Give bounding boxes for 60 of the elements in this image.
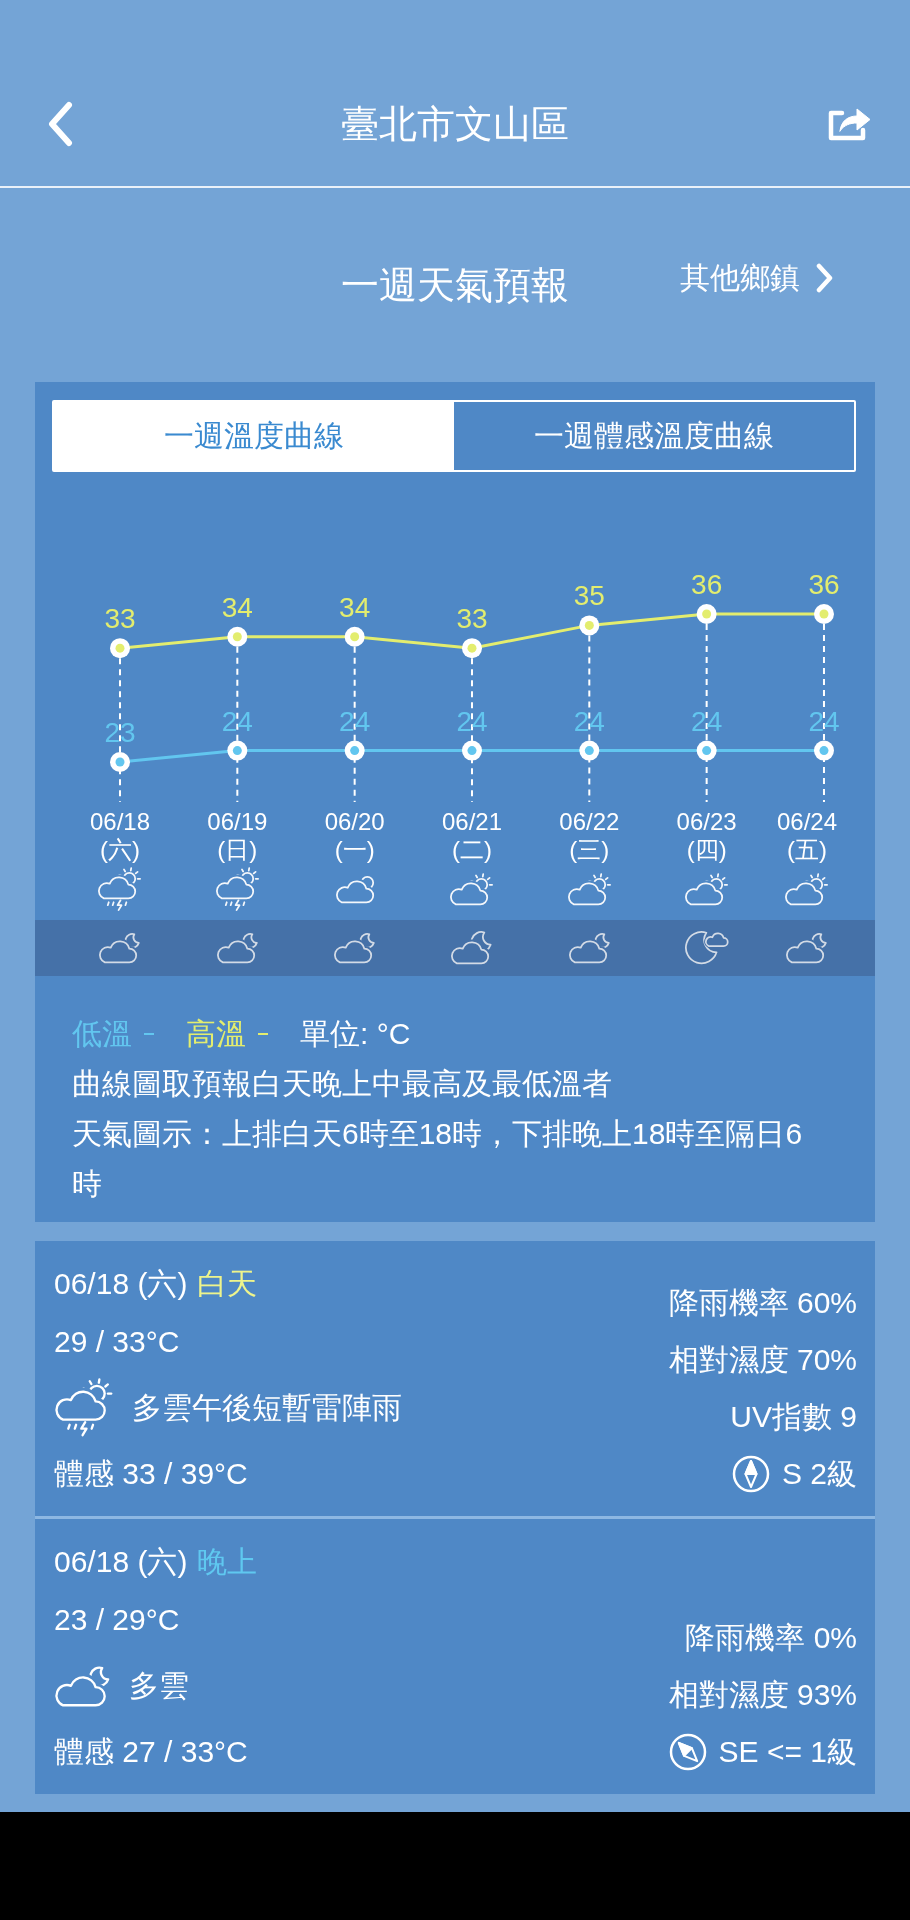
temperature-label: 33 [456, 603, 488, 635]
wind-text: SE <= 1級 [718, 1733, 857, 1770]
legend-label: 低溫 [72, 1016, 132, 1052]
period-label: 晚上 [197, 1543, 258, 1580]
note-text: 天氣圖示：上排白天6時至18時，下排晚上18時至隔日6時 [72, 1116, 804, 1202]
date-label: 06/21 [441, 808, 502, 836]
share-icon [828, 106, 872, 142]
temperature-range: 23 / 29°C [54, 1603, 180, 1637]
weather-description: 多雲午後短暫雷陣雨 [131, 1389, 402, 1426]
weekday-label: (四) [686, 836, 727, 864]
temperature-label: 24 [456, 705, 488, 737]
date-label: 06/18 (六) [54, 1543, 188, 1580]
unit-label: 單位: °C [300, 1016, 411, 1052]
weekday-label: (六) [100, 836, 140, 864]
temperature-label: 24 [691, 705, 723, 737]
period-label: 白天 [197, 1265, 258, 1302]
date-label: 06/18 (六) [54, 1265, 188, 1302]
date-label: 06/23 [676, 808, 737, 836]
date-label: 06/20 [324, 808, 385, 836]
back-button[interactable] [48, 101, 73, 147]
temperature-label: 36 [691, 569, 723, 600]
chevron-right-icon [816, 263, 833, 293]
date-label: 06/19 [207, 808, 268, 836]
back-icon [48, 101, 73, 147]
note-text: 曲線圖取預報白天晚上中最高及最低溫者 [72, 1066, 613, 1102]
feels-like-temperature: 體感 27 / 33°C [54, 1733, 248, 1770]
weather-stat: 降雨機率 0% [685, 1619, 857, 1656]
weekday-label: (五) [786, 836, 827, 864]
weekday-label: (日) [217, 836, 258, 864]
page-title: 臺北市文山區 [341, 102, 569, 147]
temperature-label: 34 [221, 591, 253, 623]
weather-stat: UV指數 9 [730, 1398, 857, 1435]
temperature-label: 36 [808, 569, 840, 600]
legend-label: 高溫 [186, 1016, 246, 1052]
temperature-label: 33 [104, 603, 136, 635]
temperature-label: 24 [573, 705, 605, 737]
feels-like-temperature: 體感 33 / 39°C [54, 1455, 248, 1492]
wind-text: S 2級 [781, 1455, 857, 1492]
weather-description: 多雲 [129, 1667, 190, 1704]
temperature-label: 35 [573, 580, 605, 612]
date-label: 06/18 [89, 808, 151, 836]
date-label: 06/22 [559, 808, 620, 836]
temperature-label: 24 [339, 705, 371, 737]
tab[interactable]: 一週體感溫度曲線 [454, 402, 854, 470]
temperature-label: 24 [221, 705, 253, 737]
other-towns-link[interactable]: 其他鄉鎮 [680, 258, 833, 298]
temperature-label: 23 [104, 717, 136, 748]
date-label: 06/24 [776, 808, 837, 836]
tab[interactable]: 一週溫度曲線 [54, 402, 454, 470]
temperature-label: 34 [339, 591, 371, 623]
weather-stat: 相對濕度 70% [668, 1341, 857, 1378]
weekday-label: (一) [334, 836, 375, 864]
weather-stat: 相對濕度 93% [668, 1676, 857, 1713]
weekday-label: (三) [569, 836, 610, 864]
section-title: 一週天氣預報 [341, 263, 569, 308]
weather-stat: 降雨機率 60% [668, 1284, 857, 1321]
temperature-label: 24 [808, 705, 840, 737]
temperature-range: 29 / 33°C [54, 1325, 180, 1359]
weekday-label: (二) [452, 836, 492, 864]
share-button[interactable] [828, 106, 872, 142]
